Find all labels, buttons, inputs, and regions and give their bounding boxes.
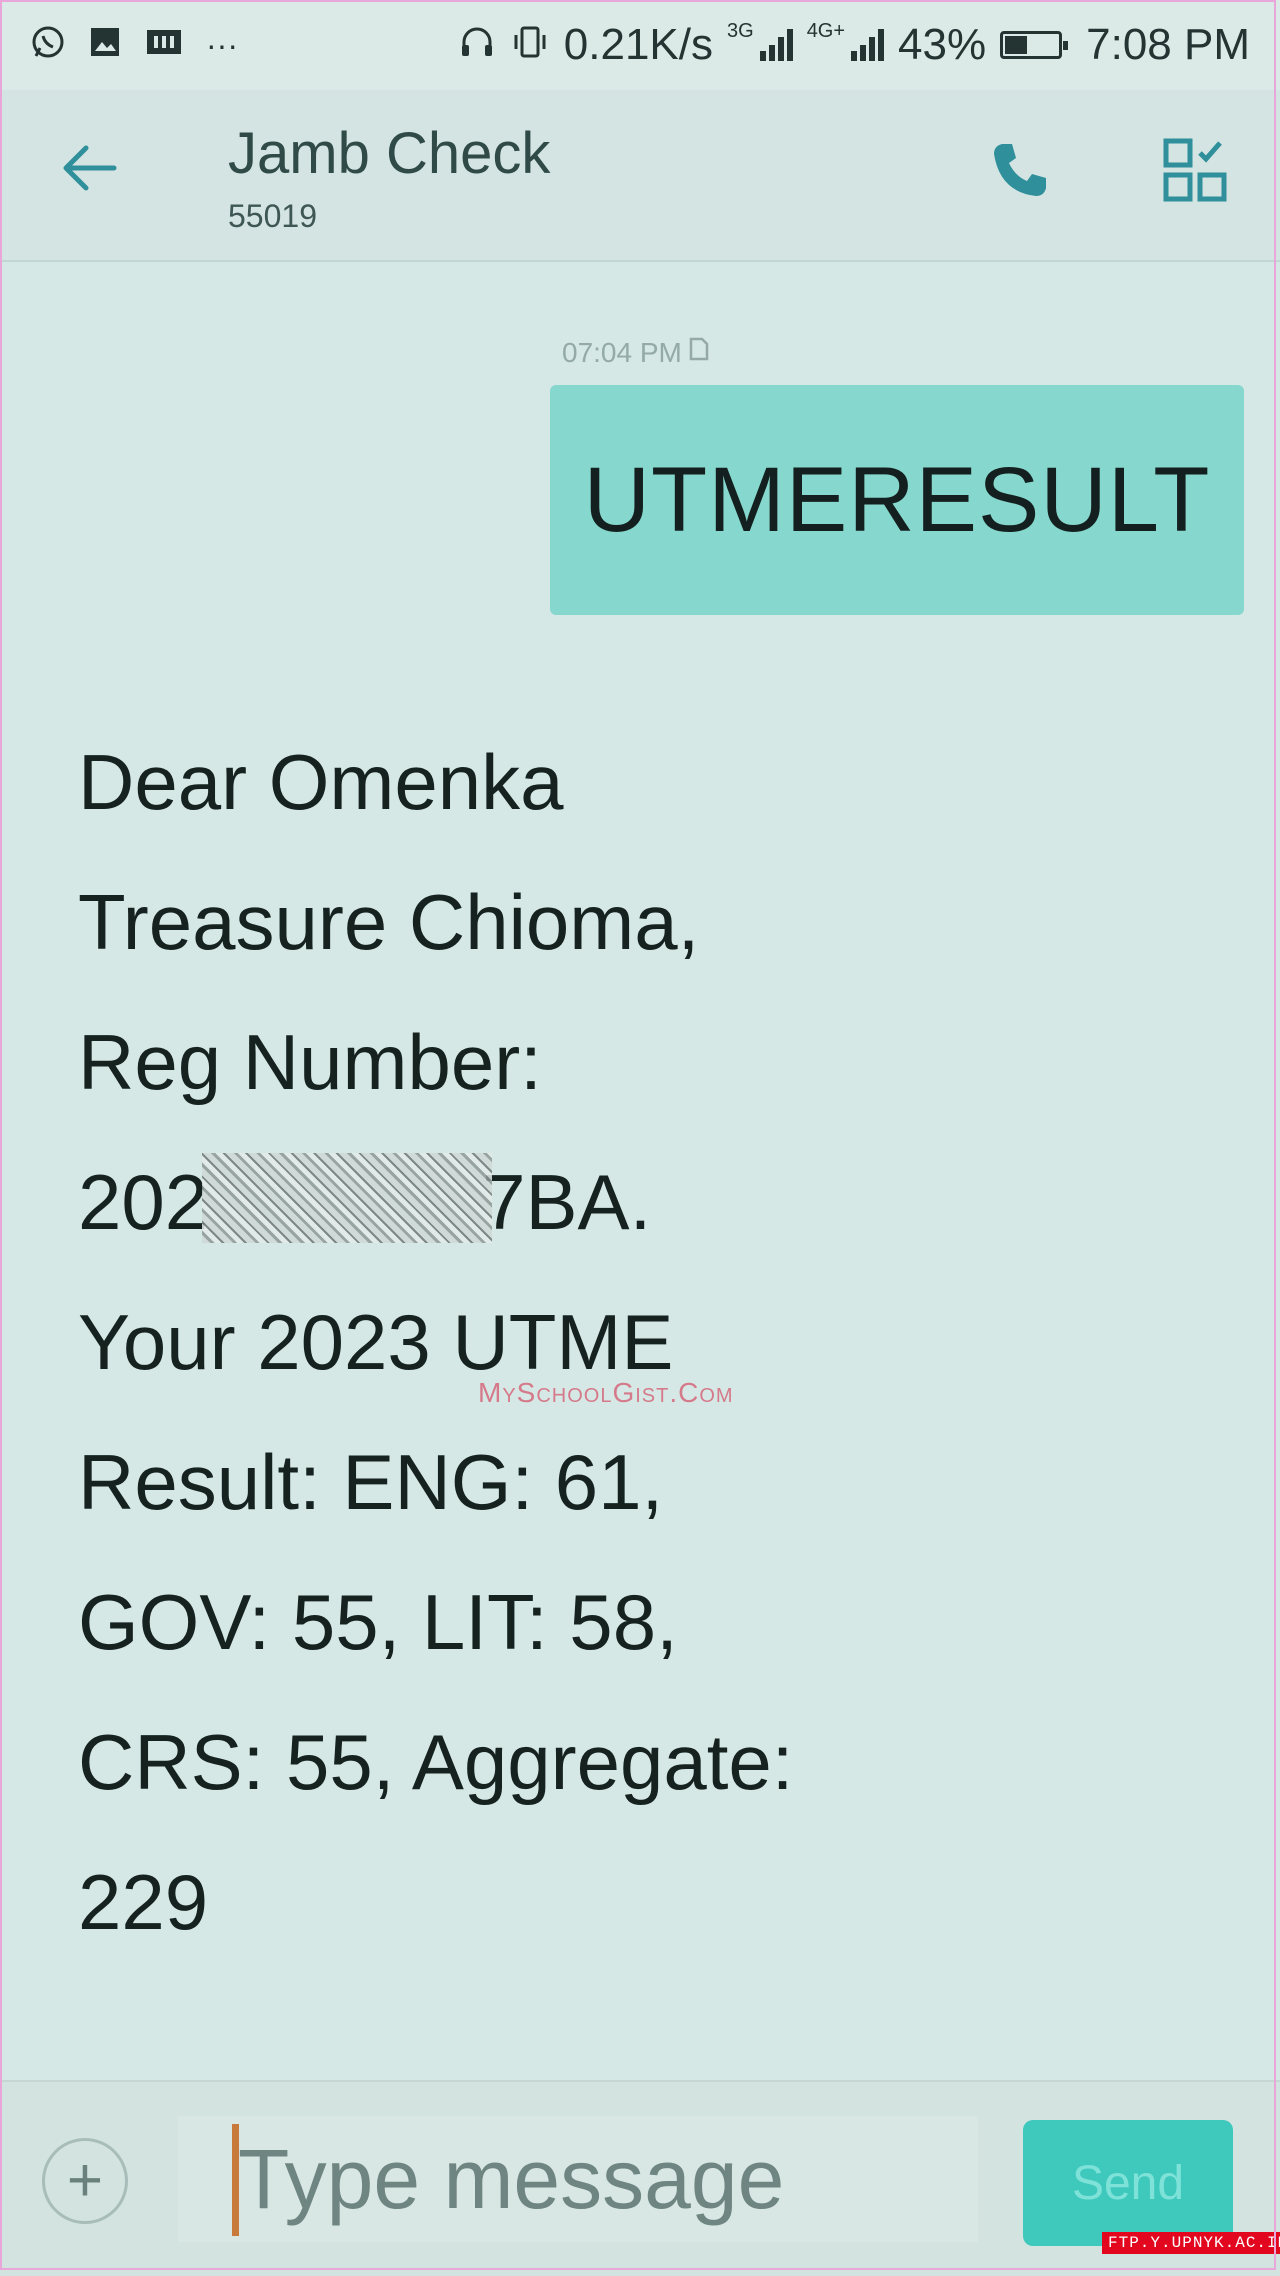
sent-message-bubble[interactable]: UTMERESULT [550,385,1244,615]
sim1-network-type: 3G [727,19,754,42]
received-line: Reg Number: [78,1018,542,1106]
received-line: 229 [78,1858,209,1946]
call-button[interactable] [985,132,1055,212]
status-bar: ··· 0.21K/s 3G 4G+ 43% 7:08 PM [0,0,1280,90]
whatsapp-icon [30,24,66,66]
clock: 7:08 PM [1086,20,1250,69]
received-line: CRS: 55, Aggregate: [78,1718,794,1806]
received-line: Result: ENG: 61, [78,1438,664,1526]
received-line: Dear Omenka [78,738,564,826]
timestamp-text: 07:04 PM [562,336,682,368]
compose-bar: + Send [0,2080,1280,2276]
text-cursor [232,2124,239,2236]
sim1-signal-icon [759,29,793,61]
gallery-icon [88,25,122,65]
message-input[interactable] [178,2116,978,2242]
grid-menu-icon [1162,137,1228,208]
sent-message-text: UTMERESULT [583,448,1211,551]
sim-indicator-icon [688,336,710,369]
back-button[interactable] [48,130,128,210]
vibrate-icon [510,23,550,67]
more-notifications-icon: ··· [206,26,238,63]
received-line: Treasure Chioma, [78,878,700,966]
sim2-signal-icon [851,29,885,61]
reg-number-start: 202 [78,1158,209,1246]
plus-icon: + [66,2146,104,2215]
redacted-reg-number [202,1153,493,1243]
ticket-icon [144,25,184,65]
battery-percent: 43% [898,20,987,69]
message-timestamp: 07:04 PM [562,336,710,369]
reg-number-end: 7BA. [482,1158,652,1246]
sim2-network-type: 4G+ [806,19,846,42]
watermark: MySchoolGist.Com [478,1377,734,1408]
received-line: GOV: 55, LIT: 58, [78,1578,678,1666]
received-message-bubble[interactable]: Dear Omenka Treasure Chioma, Reg Number:… [78,712,1088,1972]
reg-number-line: 202 7BA. [78,1132,1088,1272]
add-attachment-button[interactable]: + [42,2138,128,2224]
contact-name: Jamb Check [228,121,551,186]
contact-number: 55019 [228,198,317,234]
battery-icon [1000,31,1069,59]
phone-icon [988,138,1052,207]
battery-level-fill [1005,36,1028,54]
corner-watermark-tag: FTP.Y.UPNYK.AC.ID [1102,2232,1280,2254]
network-speed: 0.21K/s [563,20,713,69]
headphones-icon [458,23,496,67]
menu-button[interactable] [1155,132,1235,212]
conversation-thread[interactable]: 07:04 PM UTMERESULT Dear Omenka Treasure… [0,262,1280,2080]
conversation-header: Jamb Check 55019 [0,90,1280,262]
back-arrow-icon [56,140,120,201]
send-button[interactable]: Send [1023,2120,1233,2246]
